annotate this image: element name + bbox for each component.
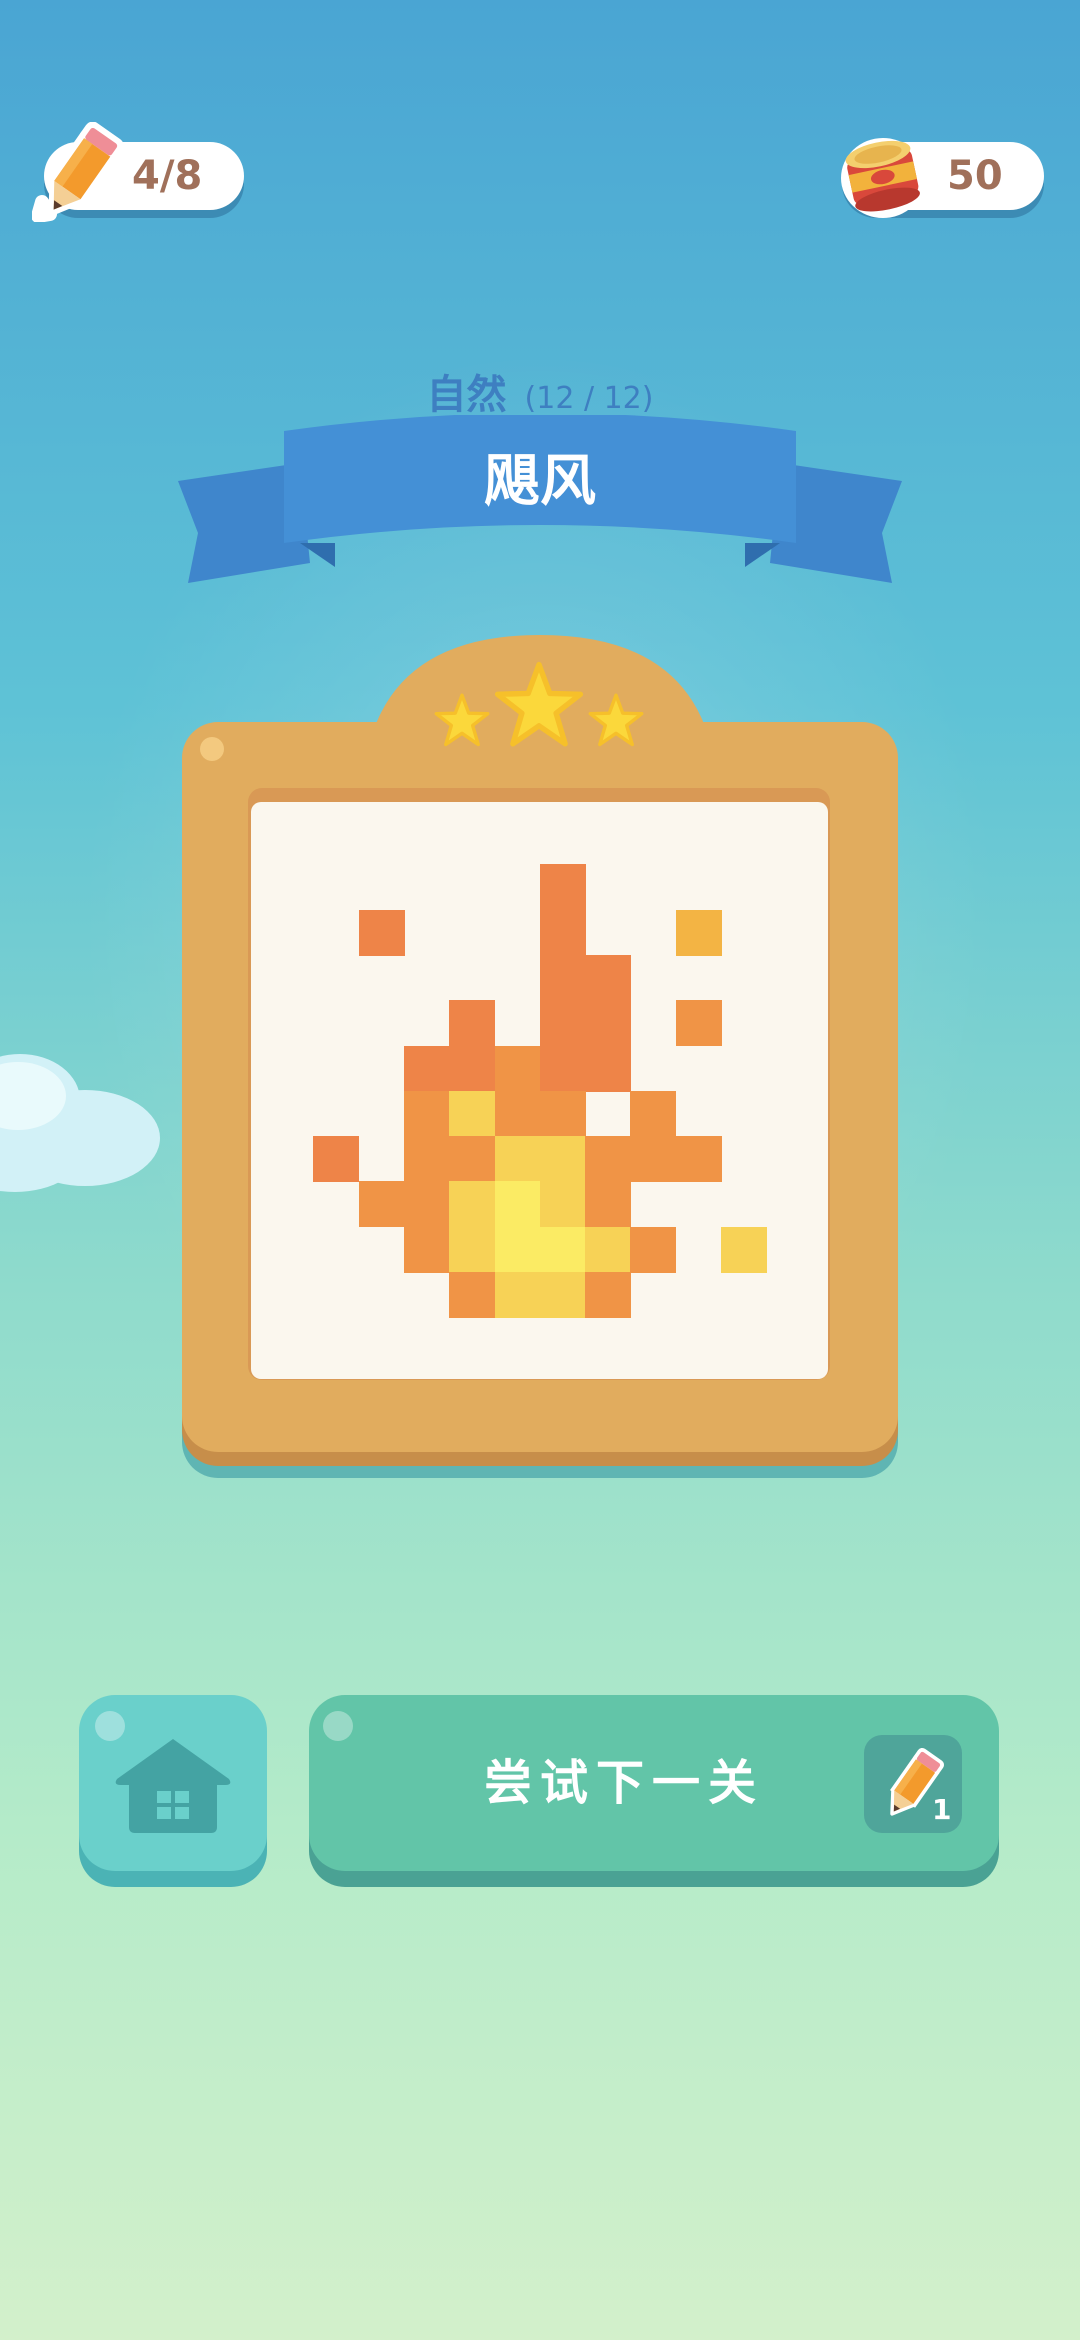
pixel-cell (403, 1045, 450, 1092)
star-icon-left (434, 693, 490, 747)
next-level-button[interactable]: 尝试下一关 1 (309, 1695, 999, 1871)
pixel-cell (539, 1181, 586, 1228)
pixel-cell (494, 1181, 541, 1228)
pencil-cost-value: 1 (932, 1793, 952, 1826)
pixel-cell (449, 1090, 496, 1137)
pixel-cell (539, 1136, 586, 1183)
pixel-cell (449, 1136, 496, 1183)
pixel-cell (313, 1136, 360, 1183)
pixel-cell (403, 1181, 450, 1228)
pixel-cell (539, 1226, 586, 1273)
frame-bolt (200, 737, 224, 761)
pixel-cell (675, 909, 722, 956)
pixel-cell (585, 1181, 632, 1228)
pixel-cell (449, 1226, 496, 1273)
pixel-cell (585, 1226, 632, 1273)
coin-can-icon (841, 138, 925, 218)
pencil-counter[interactable]: 4/8 (32, 122, 244, 222)
pixel-cell (585, 954, 632, 1001)
cloud-decoration (0, 1054, 160, 1192)
pixel-cell (539, 1000, 586, 1047)
pixel-cell (449, 1181, 496, 1228)
pixel-cell (675, 1000, 722, 1047)
star-icon-right (588, 693, 644, 747)
pixel-cell (675, 1136, 722, 1183)
pixel-cell (494, 1045, 541, 1092)
pixel-cell (721, 1226, 767, 1273)
pixel-cell (630, 1090, 677, 1137)
category-header: 自然 (12 / 12) (0, 362, 1080, 420)
category-progress: (12 / 12) (524, 381, 654, 416)
pixel-art-canvas (251, 802, 828, 1379)
pencil-count: 4/8 (132, 153, 203, 199)
pixel-cell (449, 1045, 496, 1092)
home-icon (115, 1739, 231, 1833)
pixel-cell (585, 1136, 632, 1183)
pixel-cell (494, 1226, 541, 1273)
pixel-cell (630, 1226, 677, 1273)
pixel-cell (539, 1045, 586, 1092)
pencil-cost-badge: 1 (864, 1735, 962, 1833)
pixel-cell (449, 1000, 496, 1047)
coin-counter[interactable]: 50 (841, 138, 1044, 218)
pixel-cell (539, 954, 586, 1001)
pixel-cell (403, 1090, 450, 1137)
pixel-cell (403, 1136, 450, 1183)
pixel-cell (358, 909, 405, 956)
pencil-icon (32, 122, 124, 222)
pixel-cell (585, 1045, 632, 1092)
pixel-cell (630, 1136, 677, 1183)
pixel-cell (585, 1272, 632, 1318)
star-icon-center (494, 661, 584, 747)
pixel-cell (494, 1136, 541, 1183)
coin-count: 50 (947, 153, 1003, 199)
pixel-cell (539, 1272, 586, 1318)
pixel-cell (539, 864, 586, 911)
next-level-label: 尝试下一关 (483, 1755, 764, 1811)
pixel-cell (494, 1090, 541, 1137)
pixel-cell (449, 1272, 496, 1318)
pixel-cell (358, 1181, 405, 1228)
level-title: 飓风 (484, 449, 596, 514)
pixel-cell (539, 1090, 586, 1137)
pixel-cell (403, 1226, 450, 1273)
category-name: 自然 (426, 372, 507, 418)
home-button[interactable] (79, 1695, 267, 1871)
pixel-cell (585, 1000, 632, 1047)
pixel-cell (494, 1272, 541, 1318)
pixel-cell (539, 909, 586, 956)
